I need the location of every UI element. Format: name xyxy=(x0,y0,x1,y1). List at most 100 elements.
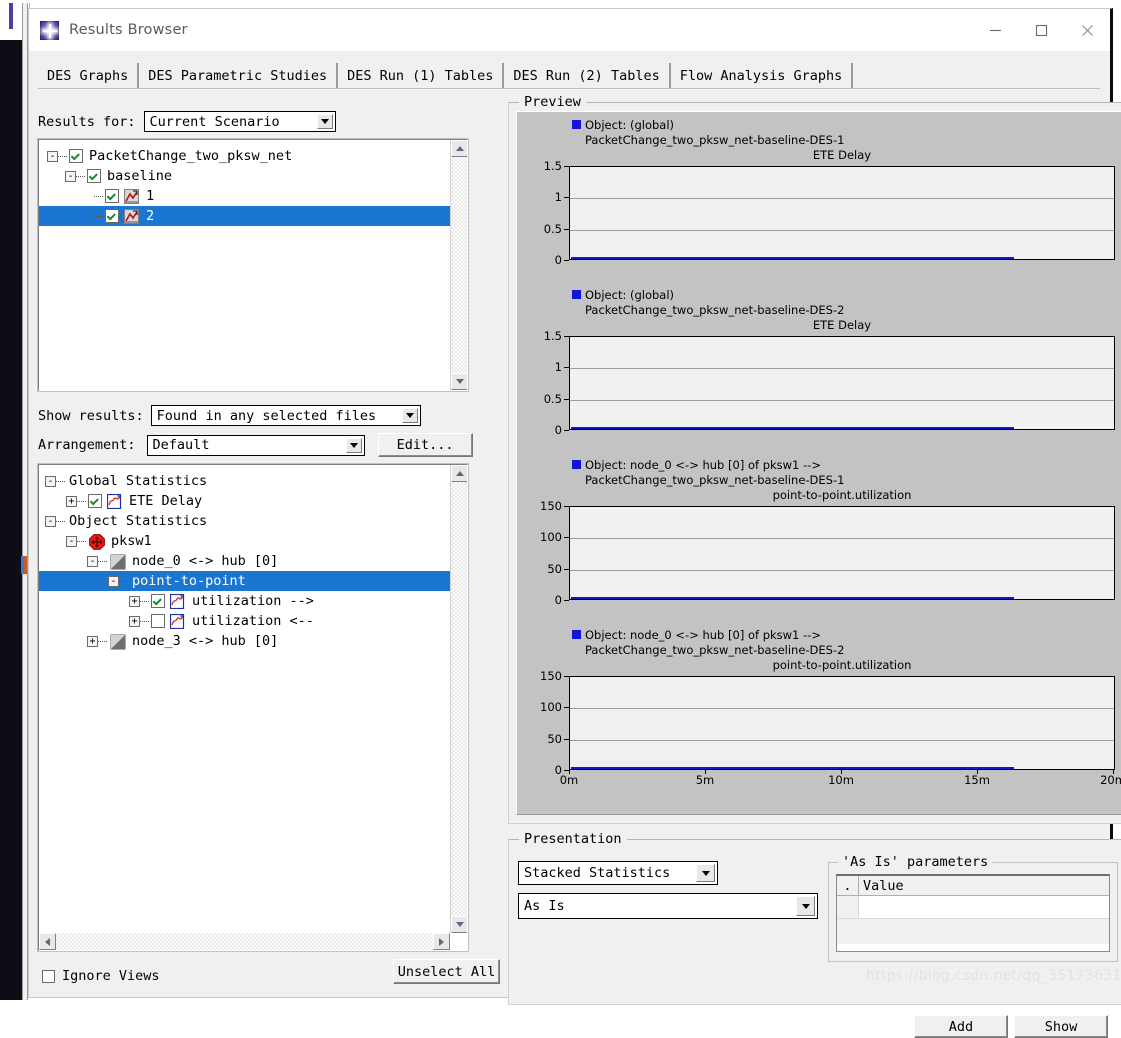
statistic-graph-icon xyxy=(170,614,185,629)
presentation-filter-select[interactable]: As Is xyxy=(518,893,818,919)
preview-chart[interactable]: Object: (global)PacketChange_two_pksw_ne… xyxy=(517,118,1121,266)
tree-item-label: point-to-point xyxy=(128,572,250,591)
scroll-down-icon[interactable] xyxy=(451,916,468,933)
chevron-down-icon[interactable] xyxy=(346,438,362,453)
show-results-select[interactable]: Found in any selected files xyxy=(151,405,421,426)
collapse-icon[interactable]: - xyxy=(87,556,98,567)
x-axis-label: 20m xyxy=(1100,773,1121,787)
tree-item-label: pksw1 xyxy=(107,532,156,551)
tab-label: DES Graphs xyxy=(47,68,128,84)
scroll-right-icon[interactable] xyxy=(433,933,450,950)
tree-item-label: utilization <-- xyxy=(188,612,318,631)
chevron-down-icon[interactable] xyxy=(317,114,333,129)
show-button[interactable]: Show xyxy=(1014,1015,1108,1038)
tree-item-checkbox[interactable] xyxy=(87,169,101,183)
scroll-up-icon[interactable] xyxy=(451,465,468,482)
chart-title: point-to-point.utilization xyxy=(569,488,1115,502)
tree-item[interactable]: 2 xyxy=(39,206,450,226)
tree-item-checkbox[interactable] xyxy=(69,149,83,163)
tab-label: DES Run (2) Tables xyxy=(513,68,659,84)
results-for-select[interactable]: Current Scenario xyxy=(144,111,336,132)
tree-item-checkbox[interactable] xyxy=(105,189,119,203)
scroll-down-icon[interactable] xyxy=(451,373,468,390)
ignore-views-checkbox[interactable] xyxy=(42,970,55,983)
chevron-down-icon[interactable] xyxy=(402,408,418,423)
chart-legend: Object: node_0 <-> hub [0] of pksw1 --> xyxy=(572,628,821,642)
collapse-icon[interactable]: - xyxy=(108,576,119,587)
y-axis-label: 0 xyxy=(555,423,562,437)
ignore-views-row[interactable]: Ignore Views xyxy=(42,968,160,984)
collapse-icon[interactable]: - xyxy=(65,171,76,182)
tree-item[interactable]: +utilization --> xyxy=(129,591,318,611)
tree-item-checkbox[interactable] xyxy=(88,494,102,508)
arrangement-select[interactable]: Default xyxy=(147,435,365,456)
tab-des-run-1-tables[interactable]: DES Run (1) Tables xyxy=(338,63,504,88)
add-button[interactable]: Add xyxy=(914,1015,1008,1038)
statistics-tree-vscrollbar[interactable] xyxy=(450,465,467,933)
scrollbar-track[interactable] xyxy=(451,157,467,373)
statistics-tree[interactable]: -Global Statistics+ETE Delay-Object Stat… xyxy=(38,464,468,951)
x-axis-label: 0m xyxy=(560,773,579,787)
minimize-icon[interactable] xyxy=(972,9,1018,51)
preview-chart[interactable]: Object: node_0 <-> hub [0] of pksw1 -->P… xyxy=(517,628,1121,792)
as-is-parameters-table[interactable]: . Value xyxy=(836,874,1110,952)
statistic-graph-icon xyxy=(170,594,185,609)
scenario-tree-scrollbar[interactable] xyxy=(450,140,467,390)
legend-object-label: Object: (global) xyxy=(585,118,674,132)
tree-item[interactable]: - pksw1 xyxy=(66,531,156,551)
scrollbar-track[interactable] xyxy=(56,933,433,950)
params-cell-index xyxy=(837,896,859,918)
tree-item[interactable]: -PacketChange_two_pksw_net xyxy=(47,146,296,166)
collapse-icon[interactable]: - xyxy=(45,476,56,487)
chart-series-line xyxy=(571,767,1014,769)
table-row[interactable] xyxy=(837,896,1109,918)
tree-item-checkbox[interactable] xyxy=(105,209,119,223)
tree-item[interactable]: -point-to-point xyxy=(39,571,450,591)
collapse-icon[interactable]: - xyxy=(66,536,77,547)
tree-item-checkbox[interactable] xyxy=(151,614,165,628)
tree-item-checkbox[interactable] xyxy=(151,594,165,608)
close-icon[interactable] xyxy=(1064,9,1110,51)
y-axis-label: 1 xyxy=(555,360,562,374)
expand-icon[interactable]: + xyxy=(129,616,140,627)
tab-des-graphs[interactable]: DES Graphs xyxy=(38,63,139,88)
expand-icon[interactable]: + xyxy=(87,636,98,647)
tree-item[interactable]: +node_3 <-> hub [0] xyxy=(87,631,282,651)
unselect-all-button[interactable]: Unselect All xyxy=(393,959,500,984)
params-col-value: Value xyxy=(859,876,1109,895)
expand-icon[interactable]: + xyxy=(129,596,140,607)
maximize-icon[interactable] xyxy=(1018,9,1064,51)
tree-item[interactable]: -Object Statistics xyxy=(45,511,211,531)
presentation-mode-select[interactable]: Stacked Statistics xyxy=(518,861,718,885)
tree-item[interactable]: -node_0 <-> hub [0] xyxy=(87,551,282,571)
tree-item[interactable]: -Global Statistics xyxy=(45,471,211,491)
preview-chart[interactable]: Object: (global)PacketChange_two_pksw_ne… xyxy=(517,288,1121,436)
scrollbar-track[interactable] xyxy=(451,482,467,916)
chevron-down-icon[interactable] xyxy=(796,896,815,916)
collapse-icon[interactable]: - xyxy=(45,516,56,527)
expand-icon[interactable]: + xyxy=(66,496,77,507)
preview-chart[interactable]: Object: node_0 <-> hub [0] of pksw1 -->P… xyxy=(517,458,1121,606)
tree-item[interactable]: 1 xyxy=(83,186,158,206)
edit-arrangement-button[interactable]: Edit... xyxy=(378,433,473,457)
tab-flow-analysis-graphs[interactable]: Flow Analysis Graphs xyxy=(671,63,854,88)
preview-canvas[interactable]: Object: (global)PacketChange_two_pksw_ne… xyxy=(516,111,1121,815)
tree-item[interactable]: -baseline xyxy=(65,166,176,186)
y-axis-label: 1 xyxy=(555,190,562,204)
collapse-icon[interactable]: - xyxy=(47,151,58,162)
scroll-up-icon[interactable] xyxy=(451,140,468,157)
scenario-tree[interactable]: -PacketChange_two_pksw_net-baseline12 xyxy=(38,139,468,391)
chart-series-line xyxy=(571,257,1014,259)
chart-plot-area: 050100150 xyxy=(569,506,1115,600)
chevron-down-icon[interactable] xyxy=(696,864,715,882)
tree-item[interactable]: + utilization <-- xyxy=(129,611,318,631)
scroll-left-icon[interactable] xyxy=(39,933,56,950)
presentation-filter-value: As Is xyxy=(524,898,565,914)
params-cell-value[interactable] xyxy=(859,896,1109,918)
chart-series-line xyxy=(571,427,1014,429)
tab-des-run-2-tables[interactable]: DES Run (2) Tables xyxy=(504,63,670,88)
tab-des-parametric-studies[interactable]: DES Parametric Studies xyxy=(139,63,338,88)
tree-connector xyxy=(140,601,149,602)
statistics-tree-hscrollbar[interactable] xyxy=(39,933,450,950)
tree-item[interactable]: +ETE Delay xyxy=(66,491,206,511)
